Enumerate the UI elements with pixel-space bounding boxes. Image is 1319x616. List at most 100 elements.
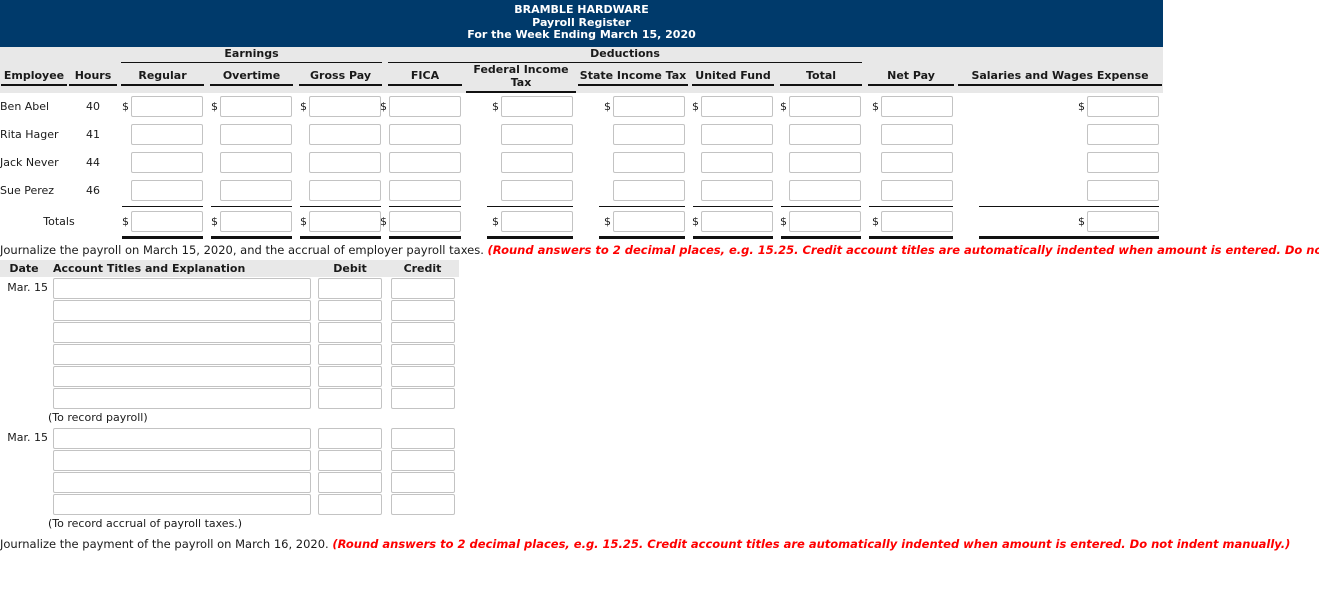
input-net-pay-row-2[interactable] <box>881 124 954 145</box>
input-fica-row-totals[interactable] <box>389 211 462 232</box>
input-regular-row-totals[interactable] <box>131 211 203 232</box>
journal-cell-debit <box>314 365 386 387</box>
input-salaries-and-wages-expense-row-totals[interactable] <box>1087 211 1160 232</box>
input-journal-2-account-row-3[interactable] <box>53 471 311 493</box>
input-united-fund-row-totals[interactable] <box>701 211 774 232</box>
input-net-pay-row-3[interactable] <box>881 152 954 173</box>
cell-state-income-tax: $ <box>577 93 689 121</box>
input-gross-pay-row-4[interactable] <box>309 180 382 201</box>
input-total-row-4[interactable] <box>789 180 862 201</box>
input-fica-row-3[interactable] <box>389 152 462 173</box>
input-federal-income-tax-row-totals[interactable] <box>501 211 574 232</box>
input-journal-1-credit-row-6[interactable] <box>390 387 455 409</box>
input-regular-row-1[interactable] <box>131 96 203 117</box>
company-name: BRAMBLE HARDWARE <box>514 3 649 16</box>
input-journal-1-account-row-2[interactable] <box>53 299 311 321</box>
currency-symbol: $ <box>780 100 788 113</box>
input-gross-pay-row-3[interactable] <box>309 152 382 173</box>
journal-date <box>0 321 48 343</box>
column-header-net-pay: Net Pay <box>865 62 958 93</box>
input-salaries-and-wages-expense-row-4[interactable] <box>1087 180 1160 201</box>
journal-date <box>0 471 48 493</box>
input-gross-pay-row-totals[interactable] <box>309 211 382 232</box>
input-journal-2-account-row-1[interactable] <box>53 427 311 449</box>
input-regular-row-3[interactable] <box>131 152 203 173</box>
input-overtime-row-1[interactable] <box>220 96 292 117</box>
input-gross-pay-row-1[interactable] <box>309 96 382 117</box>
input-salaries-and-wages-expense-row-1[interactable] <box>1087 96 1160 117</box>
input-journal-1-account-row-4[interactable] <box>53 343 311 365</box>
input-state-income-tax-row-2[interactable] <box>613 124 686 145</box>
input-salaries-and-wages-expense-row-3[interactable] <box>1087 152 1160 173</box>
input-fica-row-2[interactable] <box>389 124 462 145</box>
input-journal-2-debit-row-2[interactable] <box>318 449 382 471</box>
input-journal-1-debit-row-2[interactable] <box>318 299 382 321</box>
input-federal-income-tax-row-2[interactable] <box>501 124 574 145</box>
cell-net-pay: $ <box>865 93 957 121</box>
input-journal-1-account-row-5[interactable] <box>53 365 311 387</box>
input-journal-2-credit-row-1[interactable] <box>390 427 455 449</box>
input-journal-2-debit-row-4[interactable] <box>318 493 382 515</box>
input-federal-income-tax-row-3[interactable] <box>501 152 574 173</box>
input-journal-1-debit-row-3[interactable] <box>318 321 382 343</box>
input-united-fund-row-3[interactable] <box>701 152 774 173</box>
input-total-row-3[interactable] <box>789 152 862 173</box>
instruction-2-note: (Round answers to 2 decimal places, e.g.… <box>332 536 1291 551</box>
cell-total: $ <box>777 93 865 121</box>
input-federal-income-tax-row-4[interactable] <box>501 180 574 201</box>
rule-line <box>693 205 774 207</box>
input-state-income-tax-row-3[interactable] <box>613 152 686 173</box>
input-journal-1-credit-row-5[interactable] <box>390 365 455 387</box>
cell-wrapper: $ <box>957 149 1163 177</box>
input-journal-1-credit-row-2[interactable] <box>390 299 455 321</box>
input-journal-1-credit-row-1[interactable] <box>390 277 455 299</box>
totals-label: Totals <box>43 215 75 228</box>
input-total-row-1[interactable] <box>789 96 862 117</box>
currency-symbol: $ <box>780 215 788 228</box>
input-journal-1-debit-row-4[interactable] <box>318 343 382 365</box>
journal-row <box>0 471 459 493</box>
input-total-row-2[interactable] <box>789 124 862 145</box>
input-state-income-tax-row-4[interactable] <box>613 180 686 201</box>
cell-wrapper: $ <box>577 93 689 121</box>
input-journal-2-account-row-4[interactable] <box>53 493 311 515</box>
input-overtime-row-2[interactable] <box>220 124 292 145</box>
input-fica-row-1[interactable] <box>389 96 462 117</box>
input-overtime-row-totals[interactable] <box>220 211 292 232</box>
journal-cell-account <box>48 449 314 471</box>
input-journal-1-account-row-1[interactable] <box>53 277 311 299</box>
input-gross-pay-row-2[interactable] <box>309 124 382 145</box>
input-salaries-and-wages-expense-row-2[interactable] <box>1087 124 1160 145</box>
journal-cell-debit <box>314 321 386 343</box>
input-journal-1-credit-row-3[interactable] <box>390 321 455 343</box>
input-journal-1-debit-row-6[interactable] <box>318 387 382 409</box>
input-net-pay-row-1[interactable] <box>881 96 954 117</box>
input-journal-1-debit-row-1[interactable] <box>318 277 382 299</box>
input-journal-1-account-row-6[interactable] <box>53 387 311 409</box>
journal-row: Mar. 15 <box>0 427 459 449</box>
input-journal-2-credit-row-3[interactable] <box>390 471 455 493</box>
input-regular-row-4[interactable] <box>131 180 203 201</box>
input-net-pay-row-4[interactable] <box>881 180 954 201</box>
input-journal-2-credit-row-4[interactable] <box>390 493 455 515</box>
input-journal-2-account-row-2[interactable] <box>53 449 311 471</box>
input-total-row-totals[interactable] <box>789 211 862 232</box>
input-united-fund-row-4[interactable] <box>701 180 774 201</box>
input-united-fund-row-2[interactable] <box>701 124 774 145</box>
input-united-fund-row-1[interactable] <box>701 96 774 117</box>
input-federal-income-tax-row-1[interactable] <box>501 96 574 117</box>
input-journal-1-credit-row-4[interactable] <box>390 343 455 365</box>
input-journal-2-debit-row-1[interactable] <box>318 427 382 449</box>
input-journal-2-debit-row-3[interactable] <box>318 471 382 493</box>
input-journal-1-account-row-3[interactable] <box>53 321 311 343</box>
input-fica-row-4[interactable] <box>389 180 462 201</box>
input-net-pay-row-totals[interactable] <box>881 211 954 232</box>
input-journal-2-credit-row-2[interactable] <box>390 449 455 471</box>
input-overtime-row-3[interactable] <box>220 152 292 173</box>
input-state-income-tax-row-1[interactable] <box>613 96 686 117</box>
input-regular-row-2[interactable] <box>131 124 203 145</box>
input-journal-1-debit-row-5[interactable] <box>318 365 382 387</box>
input-state-income-tax-row-totals[interactable] <box>613 211 686 232</box>
journal-date <box>0 387 48 409</box>
input-overtime-row-4[interactable] <box>220 180 292 201</box>
